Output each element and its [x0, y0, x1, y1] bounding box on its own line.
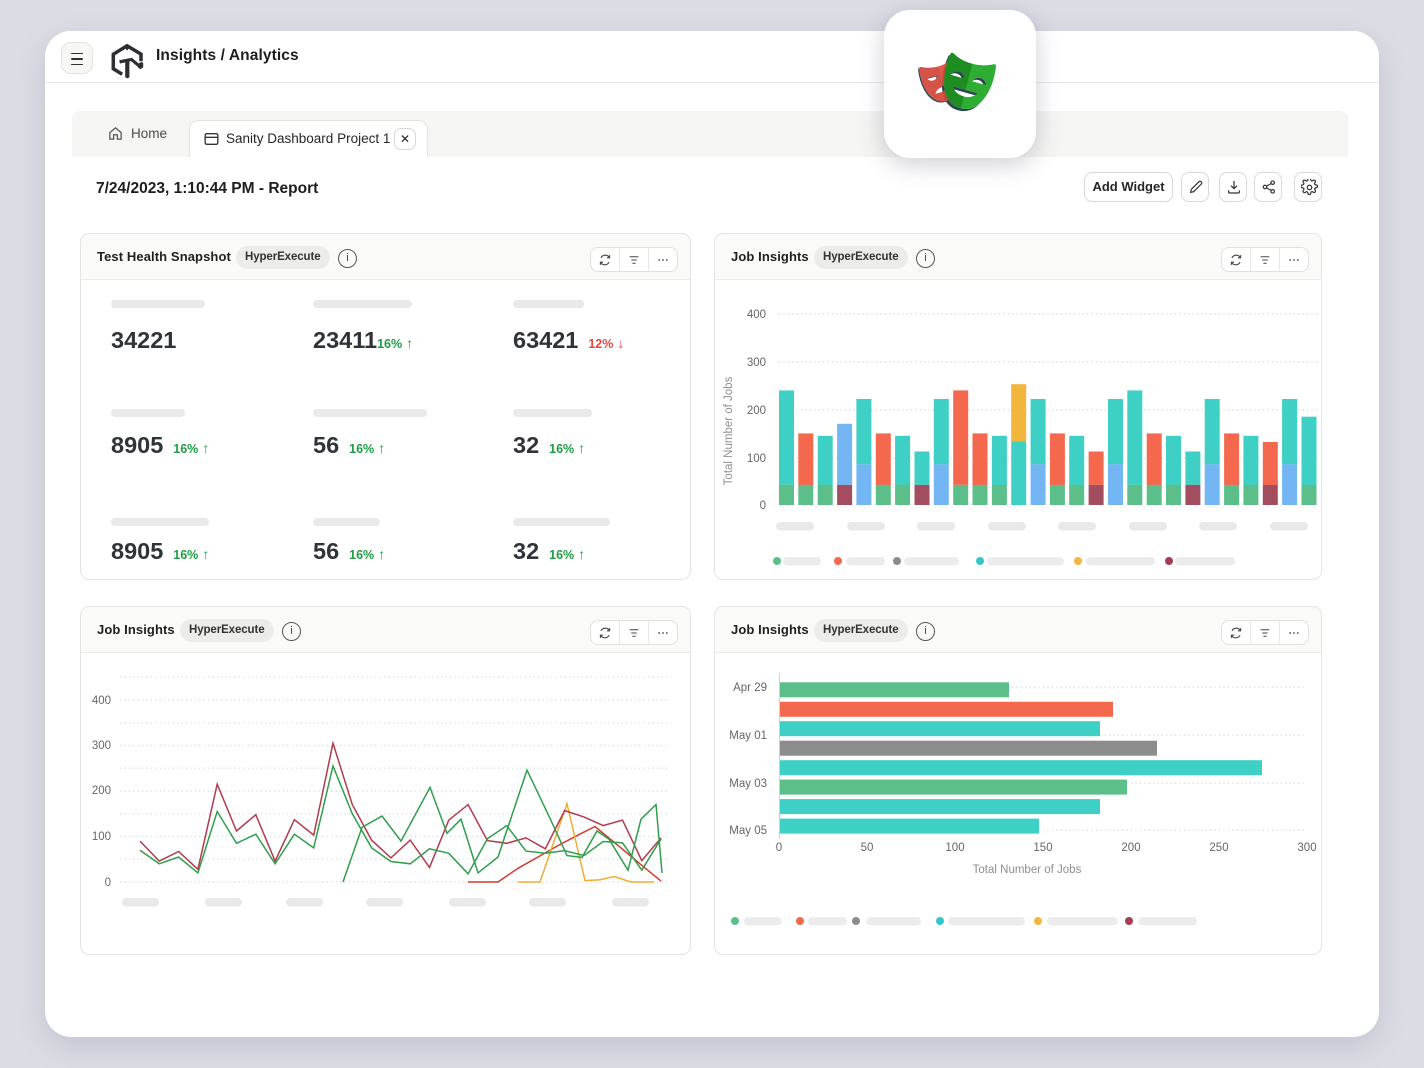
- svg-text:200: 200: [747, 405, 766, 417]
- svg-text:400: 400: [92, 695, 111, 707]
- svg-text:200: 200: [92, 785, 111, 797]
- svg-text:May 03: May 03: [729, 778, 767, 790]
- svg-text:250: 250: [1209, 842, 1228, 854]
- svg-text:300: 300: [747, 357, 766, 369]
- svg-text:100: 100: [945, 842, 964, 854]
- svg-text:100: 100: [92, 831, 111, 843]
- svg-text:200: 200: [1121, 842, 1140, 854]
- svg-text:300: 300: [92, 740, 111, 752]
- svg-text:400: 400: [747, 309, 766, 321]
- svg-text:100: 100: [747, 453, 766, 465]
- svg-text:May 01: May 01: [729, 730, 767, 742]
- svg-text:50: 50: [861, 842, 874, 854]
- svg-text:0: 0: [760, 500, 766, 512]
- svg-text:Total Number of Jobs: Total Number of Jobs: [973, 864, 1082, 876]
- svg-text:Total Number of Jobs: Total Number of Jobs: [723, 376, 735, 485]
- svg-text:May 05: May 05: [729, 825, 767, 837]
- svg-text:0: 0: [776, 842, 782, 854]
- svg-text:0: 0: [105, 877, 111, 889]
- svg-text:Apr 29: Apr 29: [733, 682, 767, 694]
- svg-text:300: 300: [1297, 842, 1316, 854]
- svg-text:150: 150: [1033, 842, 1052, 854]
